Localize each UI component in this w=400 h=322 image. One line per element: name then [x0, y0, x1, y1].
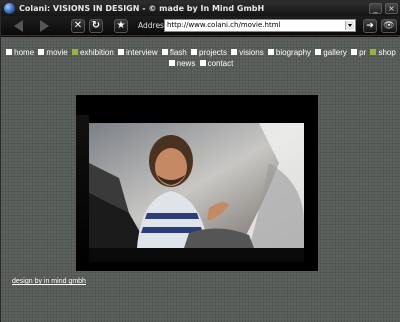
nav-item-interview[interactable]: interview — [118, 47, 158, 58]
nav-link-label: contact — [207, 59, 234, 68]
movie-still-image — [89, 123, 304, 248]
nav-link-label: projects — [198, 48, 227, 57]
close-button[interactable]: × — [385, 3, 398, 14]
arrow-right-icon: ➜ — [366, 21, 374, 31]
nav-link-label: visions — [239, 48, 264, 57]
close-icon: ✕ — [73, 20, 83, 31]
address-value: http://www.colani.ch/movie.html — [167, 21, 281, 29]
footer-credit-link[interactable]: design by in mind gmbh — [12, 278, 86, 285]
address-input[interactable]: http://www.colani.ch/movie.html — [164, 19, 356, 32]
bullet-icon — [199, 60, 206, 66]
nav-link-label: interview — [126, 48, 158, 57]
bullet-icon — [190, 49, 197, 55]
window-title: Colani: VISIONS IN DESIGN - © made by In… — [19, 4, 265, 13]
movie-player[interactable] — [76, 95, 318, 271]
nav-item-shop[interactable]: shop — [370, 47, 396, 58]
movie-controls-bar — [89, 248, 304, 262]
chevron-down-icon[interactable] — [345, 21, 354, 30]
arrow-left-icon — [13, 20, 23, 32]
nav-link-label: movie — [46, 48, 68, 57]
globe-icon — [4, 3, 15, 14]
nav-link-label: shop — [378, 48, 396, 57]
minimize-button[interactable]: _ — [369, 3, 382, 14]
nav-item-gallery[interactable]: gallery — [315, 47, 347, 58]
bullet-icon — [71, 49, 78, 55]
nav-link-label: flash — [169, 48, 187, 57]
nav-link-label: exhibition — [79, 48, 114, 57]
bullet-icon — [118, 49, 125, 55]
movie-side-bar — [76, 115, 89, 271]
eye-icon: 👁 — [383, 21, 395, 31]
nav-item-pr[interactable]: pr — [351, 47, 366, 58]
bullet-icon — [231, 49, 238, 55]
bullet-icon — [6, 49, 13, 55]
bullet-icon — [267, 49, 274, 55]
nav-item-contact[interactable]: contact — [199, 58, 234, 69]
movie-video[interactable] — [89, 123, 304, 248]
window-controls: _ × — [369, 3, 398, 14]
view-button[interactable]: 👁 — [381, 19, 397, 33]
star-icon: ★ — [116, 20, 126, 31]
back-button[interactable] — [7, 18, 29, 34]
browser-window: Colani: VISIONS IN DESIGN - © made by In… — [0, 0, 400, 322]
bullet-icon — [315, 49, 322, 55]
nav-item-home[interactable]: home — [6, 47, 34, 58]
title-bar: Colani: VISIONS IN DESIGN - © made by In… — [1, 1, 400, 16]
nav-item-flash[interactable]: flash — [161, 47, 187, 58]
nav-link-label: gallery — [323, 48, 347, 57]
nav-item-projects[interactable]: projects — [190, 47, 227, 58]
bullet-icon — [38, 49, 45, 55]
stop-button[interactable]: ✕ — [71, 19, 85, 33]
page-content: home movie exhibition interview flash pr… — [1, 37, 400, 322]
forward-button[interactable] — [33, 18, 55, 34]
nav-link-label: biography — [275, 48, 312, 57]
refresh-button[interactable]: ↻ — [89, 19, 103, 33]
refresh-icon: ↻ — [91, 20, 101, 31]
bullet-icon — [168, 60, 175, 66]
favorites-button[interactable]: ★ — [114, 19, 128, 33]
nav-item-visions[interactable]: visions — [231, 47, 264, 58]
nav-link-label: news — [176, 59, 196, 68]
nav-link-label: home — [14, 48, 35, 57]
nav-item-exhibition[interactable]: exhibition — [71, 47, 114, 58]
site-navigation: home movie exhibition interview flash pr… — [5, 47, 397, 69]
bullet-icon — [370, 49, 377, 55]
nav-link-label: pr — [359, 48, 367, 57]
bullet-icon — [161, 49, 168, 55]
nav-item-biography[interactable]: biography — [267, 47, 312, 58]
toolbar: ✕ ↻ ★ Address http://www.colani.ch/movie… — [1, 16, 400, 36]
nav-item-movie[interactable]: movie — [38, 47, 68, 58]
arrow-right-icon — [39, 20, 49, 32]
nav-item-news[interactable]: news — [168, 58, 196, 69]
bullet-icon — [351, 49, 358, 55]
go-button[interactable]: ➜ — [363, 19, 377, 33]
